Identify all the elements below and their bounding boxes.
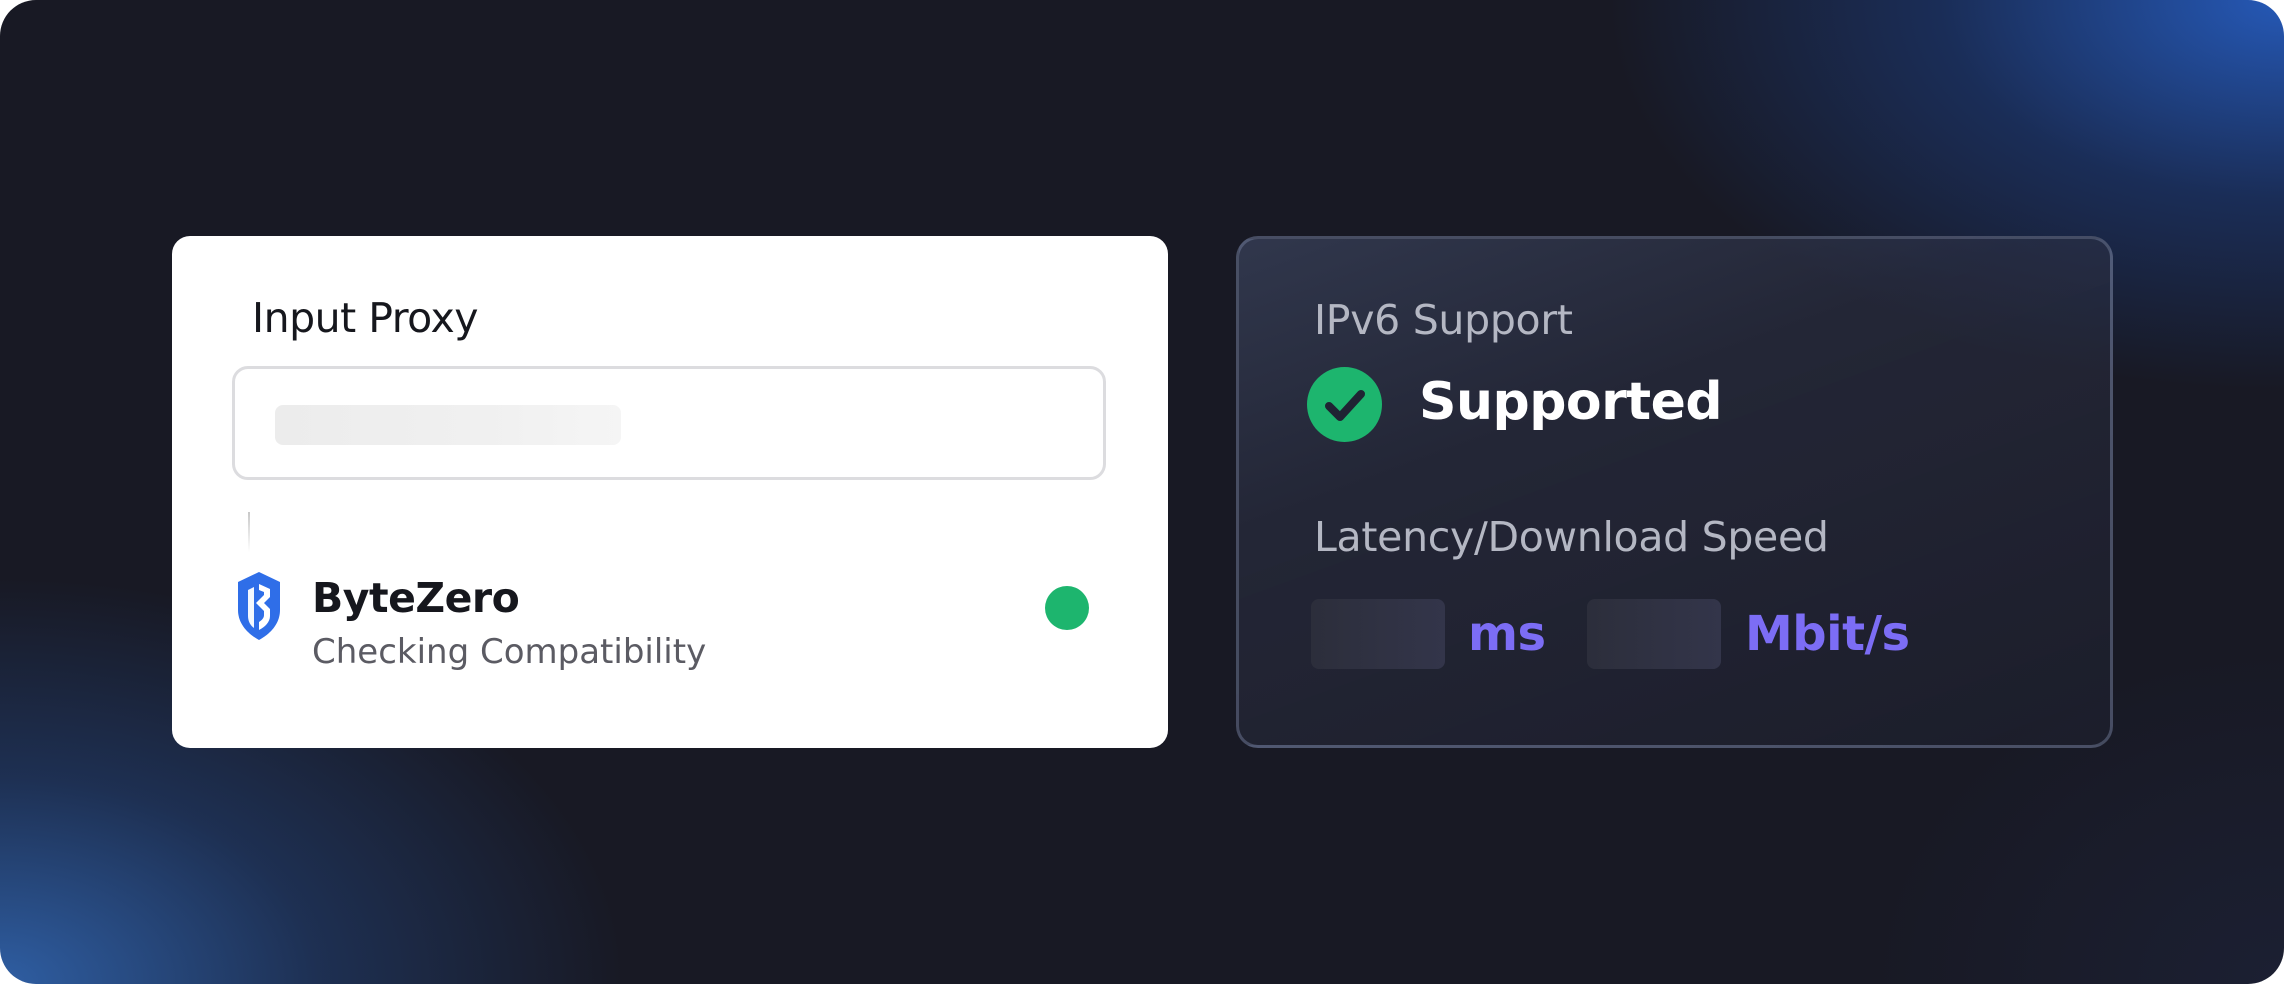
connector-line — [248, 512, 250, 552]
latency-speed-label: Latency/Download Speed — [1314, 513, 1829, 561]
proxy-stats-card: IPv6 Support Supported Latency/Download … — [1236, 236, 2113, 748]
bytezero-shield-logo-icon — [234, 570, 284, 642]
brand-name: ByteZero — [312, 574, 520, 622]
latency-unit: ms — [1468, 606, 1546, 662]
background-stage: Input Proxy ByteZero Checking Compatibil… — [0, 0, 2284, 984]
proxy-input-card: Input Proxy ByteZero Checking Compatibil… — [172, 236, 1168, 748]
check-circle-icon — [1307, 367, 1382, 442]
compatibility-status: Checking Compatibility — [312, 632, 707, 672]
ipv6-status: Supported — [1419, 372, 1723, 432]
proxy-input-placeholder-bar — [275, 405, 621, 445]
speed-unit: Mbit/s — [1745, 606, 1910, 662]
status-indicator-dot — [1045, 586, 1089, 630]
proxy-title: Input Proxy — [252, 294, 479, 342]
proxy-input-field[interactable] — [232, 366, 1106, 480]
speed-value-placeholder — [1587, 599, 1721, 669]
ipv6-support-label: IPv6 Support — [1314, 296, 1573, 344]
latency-value-placeholder — [1311, 599, 1445, 669]
